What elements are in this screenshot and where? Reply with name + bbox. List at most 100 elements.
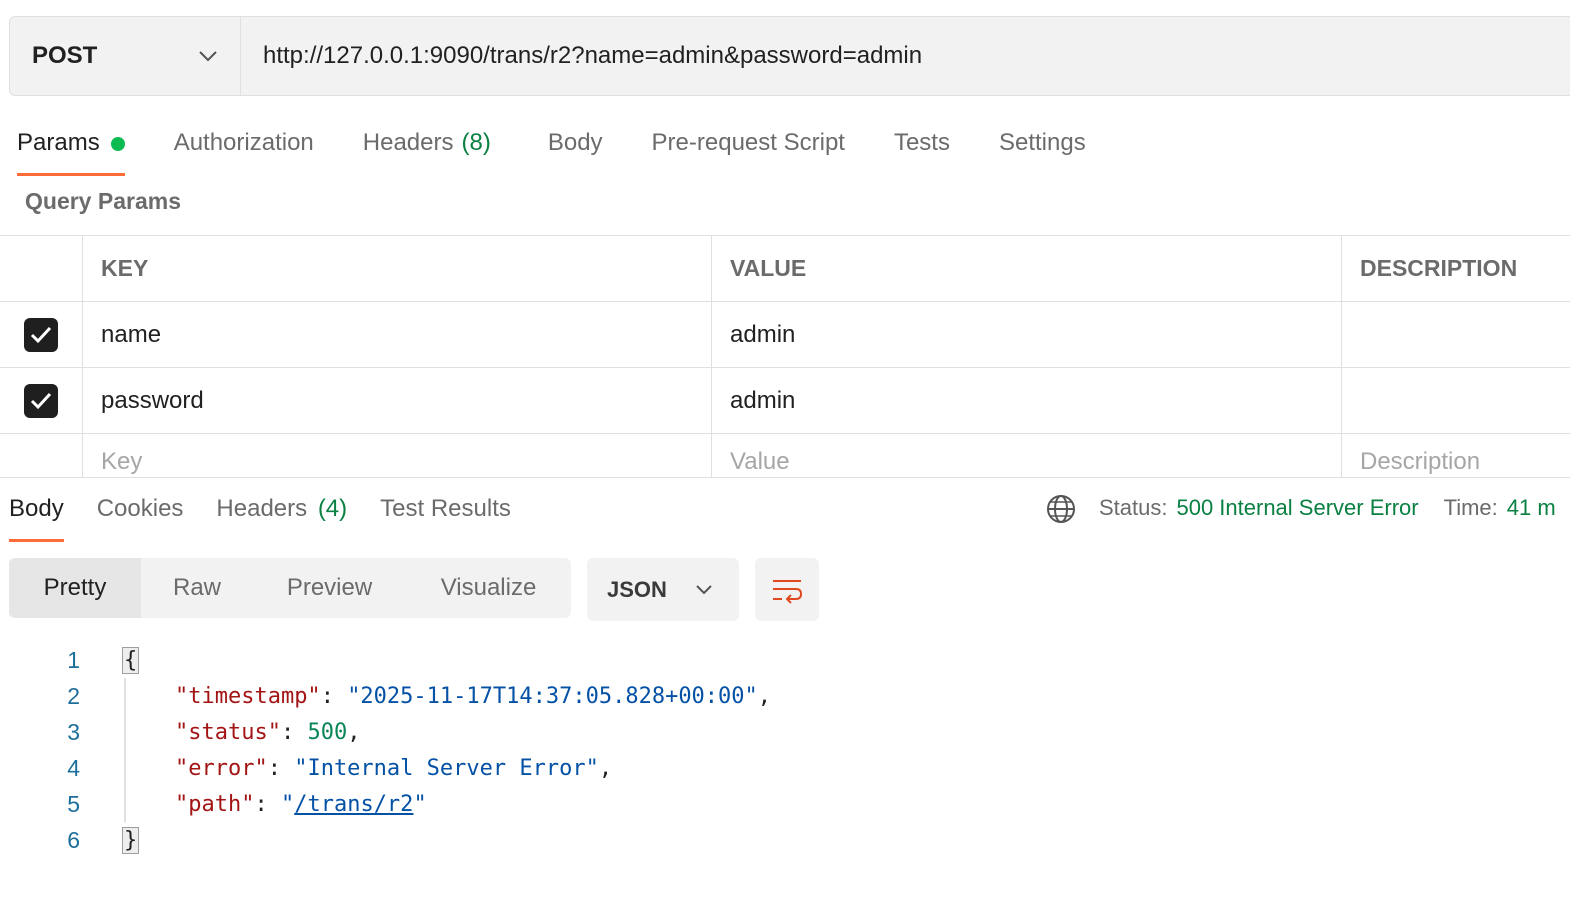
wrap-lines-button[interactable]	[755, 558, 819, 621]
format-label: JSON	[607, 576, 667, 602]
table-row: password admin	[0, 368, 1570, 434]
new-description-input[interactable]: Description	[1341, 434, 1570, 477]
json-key: "timestamp"	[174, 683, 321, 709]
status-value[interactable]: 500 Internal Server Error	[1176, 495, 1418, 521]
response-bar: Body Cookies Headers (4) Test Results St…	[0, 477, 1570, 543]
row-checkbox-cell	[0, 368, 82, 433]
headers-count: (8)	[461, 129, 491, 156]
header-checkbox-cell	[0, 236, 82, 301]
code-text: "path": "/trans/r2"	[174, 791, 427, 817]
table-header-row: KEY VALUE DESCRIPTION	[0, 236, 1570, 302]
code-line: 1 {	[0, 642, 1570, 678]
method-select[interactable]: POST	[10, 17, 241, 95]
param-description-input[interactable]	[1341, 368, 1570, 433]
code-line: 4 "error": "Internal Server Error",	[0, 750, 1570, 786]
code-line: 3 "status": 500,	[0, 714, 1570, 750]
url-input[interactable]: http://127.0.0.1:9090/trans/r2?name=admi…	[241, 17, 1570, 95]
json-key: "path"	[174, 791, 255, 817]
response-tab-body-label: Body	[9, 495, 64, 522]
tab-tests[interactable]: Tests	[894, 122, 950, 176]
line-number: 4	[67, 754, 80, 781]
response-tab-headers[interactable]: Headers (4)	[216, 495, 347, 542]
response-tab-cookies[interactable]: Cookies	[97, 495, 184, 542]
code-text: "error": "Internal Server Error",	[174, 755, 613, 781]
json-value: "Internal Server Error"	[294, 755, 599, 781]
json-key: "error"	[174, 755, 268, 781]
wrap-lines-icon	[773, 579, 803, 604]
response-tab-test-results[interactable]: Test Results	[380, 495, 511, 542]
param-key-input[interactable]: password	[82, 368, 711, 433]
table-row-new: Key Value Description	[0, 434, 1570, 477]
chevron-down-icon	[696, 585, 712, 595]
time-label: Time:	[1443, 495, 1498, 520]
tab-authorization[interactable]: Authorization	[174, 122, 314, 176]
view-visualize-button[interactable]: Visualize	[406, 558, 571, 618]
line-number: 2	[67, 682, 80, 709]
json-path-link[interactable]: /trans/r2	[294, 792, 413, 817]
table-row: name admin	[0, 302, 1570, 368]
view-raw-button[interactable]: Raw	[141, 558, 253, 618]
code-line: 5 "path": "/trans/r2"	[0, 786, 1570, 822]
view-mode-group: Pretty Raw Preview Visualize	[9, 558, 571, 618]
request-tabs: Params Authorization Headers (8) Body Pr…	[17, 122, 1135, 177]
request-bar: POST http://127.0.0.1:9090/trans/r2?name…	[9, 16, 1570, 96]
param-checkbox[interactable]	[24, 317, 58, 352]
status-label: Status:	[1099, 495, 1168, 520]
column-header-description: DESCRIPTION	[1341, 236, 1570, 301]
code-line: 6 }	[0, 822, 1570, 858]
tab-headers-label: Headers	[362, 129, 454, 156]
code-text: }	[122, 826, 140, 854]
param-key-input[interactable]: name	[82, 302, 711, 367]
view-preview-button[interactable]: Preview	[253, 558, 406, 618]
new-value-input[interactable]: Value	[711, 434, 1341, 477]
tab-headers[interactable]: Headers (8)	[363, 122, 491, 176]
open-brace: {	[122, 646, 140, 674]
time-value[interactable]: 41 m	[1507, 495, 1556, 521]
param-value-input[interactable]: admin	[711, 368, 1341, 433]
response-headers-count: (4)	[317, 495, 348, 522]
tab-params-label: Params	[17, 129, 100, 156]
column-header-key: KEY	[82, 236, 711, 301]
param-checkbox[interactable]	[24, 383, 58, 418]
new-key-input[interactable]: Key	[82, 434, 711, 477]
param-value-input[interactable]: admin	[711, 302, 1341, 367]
code-text: {	[122, 646, 140, 674]
checkmark-icon	[30, 326, 52, 343]
tab-pre-request-script-label: Pre-request Script	[651, 129, 845, 156]
chevron-down-icon	[199, 51, 217, 62]
code-line: 2 "timestamp": "2025-11-17T14:37:05.828+…	[0, 678, 1570, 714]
response-status-area: Status: 500 Internal Server Error Time: …	[1045, 495, 1556, 525]
line-number: 3	[67, 718, 80, 745]
response-tab-test-results-label: Test Results	[380, 495, 511, 522]
checkmark-icon	[30, 392, 52, 409]
format-select[interactable]: JSON	[587, 558, 739, 621]
params-indicator-dot	[110, 137, 125, 151]
json-quote: "	[280, 791, 295, 817]
method-label: POST	[32, 42, 98, 69]
json-value: "2025-11-17T14:37:05.828+00:00"	[347, 683, 758, 709]
response-tab-body[interactable]: Body	[9, 495, 64, 542]
param-description-input[interactable]	[1341, 302, 1570, 367]
row-checkbox-cell	[0, 434, 82, 477]
tab-settings-label: Settings	[998, 129, 1086, 156]
line-number: 1	[67, 646, 80, 673]
tab-tests-label: Tests	[893, 129, 950, 156]
close-brace: }	[122, 826, 140, 854]
tab-settings[interactable]: Settings	[999, 122, 1086, 176]
response-tabs: Body Cookies Headers (4) Test Results	[9, 495, 544, 542]
line-number: 6	[67, 826, 80, 853]
view-pretty-button[interactable]: Pretty	[9, 558, 141, 618]
tab-body[interactable]: Body	[548, 122, 603, 176]
json-key: "status"	[174, 719, 281, 745]
tab-pre-request-script[interactable]: Pre-request Script	[652, 122, 845, 176]
globe-icon[interactable]	[1045, 493, 1077, 525]
line-number: 5	[67, 790, 80, 817]
response-tab-cookies-label: Cookies	[96, 495, 184, 522]
tab-params[interactable]: Params	[17, 122, 125, 176]
query-params-title: Query Params	[25, 188, 181, 214]
code-text: "status": 500,	[174, 719, 361, 745]
json-quote: "	[413, 791, 427, 817]
tab-body-label: Body	[547, 129, 603, 156]
tab-authorization-label: Authorization	[173, 129, 314, 156]
column-header-value: VALUE	[711, 236, 1341, 301]
